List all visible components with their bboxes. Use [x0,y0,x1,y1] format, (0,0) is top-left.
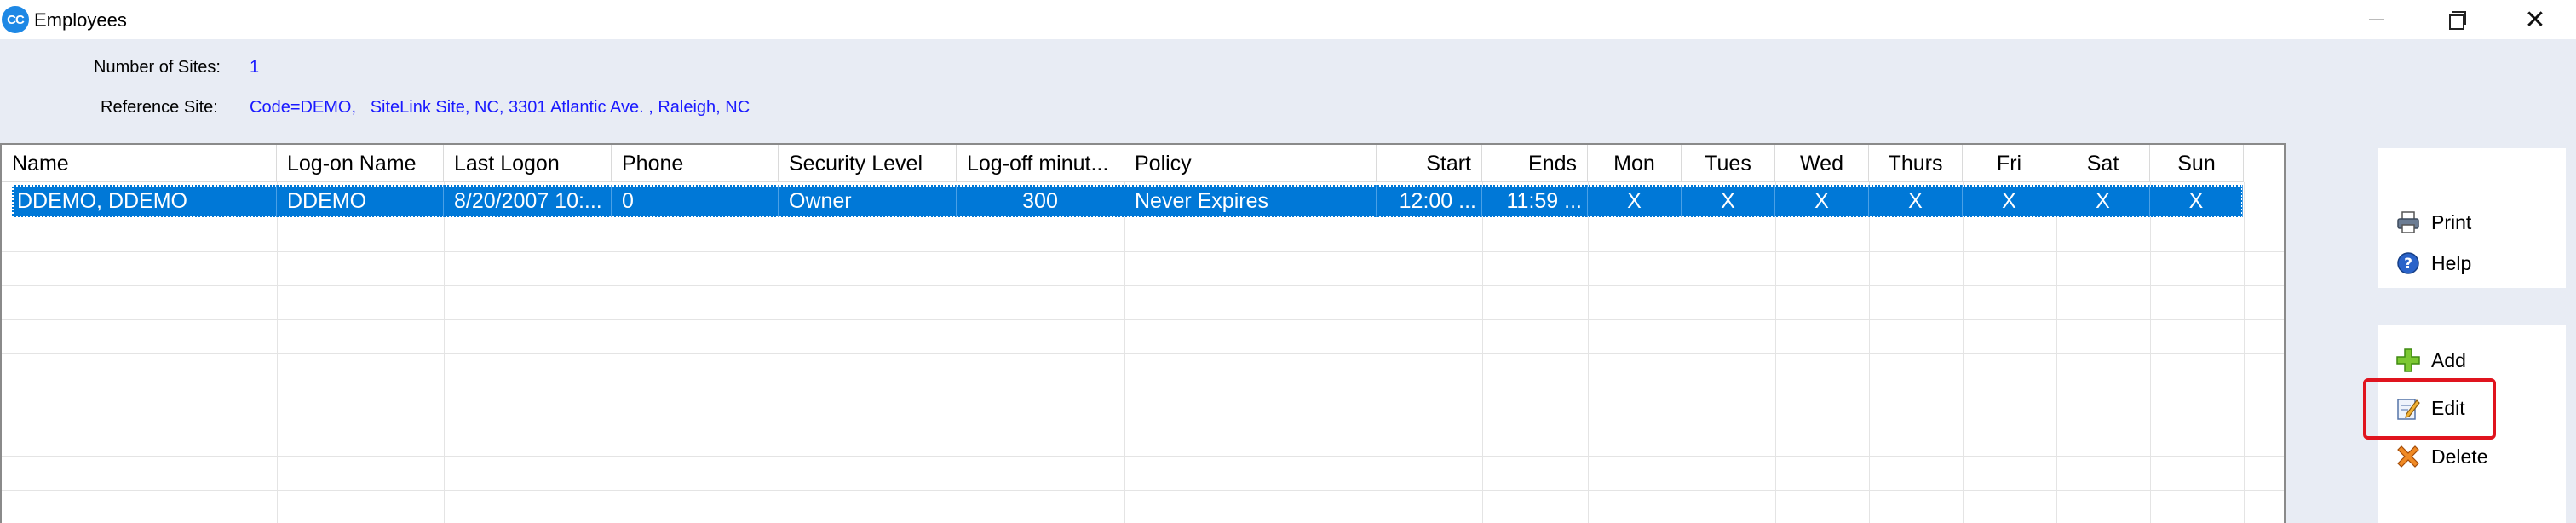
cell-start: 12:00 ... [1377,185,1482,217]
sites-value: 1 [250,58,260,77]
cell-mon: X [1588,185,1682,217]
title-bar: CC Employees ✕ [0,0,2576,39]
column-header-logon-name[interactable]: Log-on Name [277,145,444,182]
cell-sat: X [2056,185,2150,217]
table-row-empty [2,388,2286,422]
employees-table[interactable]: Name Log-on Name Last Logon Phone Securi… [0,143,2286,523]
sites-label: Number of Sites: [94,58,221,77]
cell-ends: 11:59 ... [1482,185,1588,217]
delete-label: Delete [2431,445,2488,468]
delete-x-icon [2395,444,2421,469]
cell-logoff-minutes: 300 [957,185,1124,217]
table-row-empty [2,422,2286,457]
restore-button[interactable] [2416,0,2494,39]
cell-last-logon: 8/20/2007 10:... [444,185,612,217]
table-row-empty [2,252,2286,286]
close-button[interactable]: ✕ [2496,0,2574,39]
add-label: Add [2431,348,2466,371]
reference-site-value: Code=DEMO, SiteLink Site, NC, 3301 Atlan… [250,98,750,117]
cell-phone: 0 [612,185,779,217]
cell-thurs: X [1869,185,1963,217]
column-header-thurs[interactable]: Thurs [1869,145,1963,182]
table-row-empty [2,457,2286,491]
table-row-empty [2,354,2286,388]
add-plus-icon [2395,348,2421,373]
help-button[interactable]: ? Help [2395,250,2471,276]
column-header-last-logon[interactable]: Last Logon [444,145,612,182]
cell-wed: X [1775,185,1869,217]
add-button[interactable]: Add [2395,348,2466,373]
table-row-empty [2,320,2286,354]
table-row-empty [2,491,2286,523]
delete-button[interactable]: Delete [2395,444,2487,469]
column-header-policy[interactable]: Policy [1124,145,1377,182]
minimize-button[interactable] [2337,0,2416,39]
table-row-empty [2,286,2286,320]
cell-tues: X [1682,185,1775,217]
cell-name: DDEMO, DDEMO [12,185,277,217]
table-header: Name Log-on Name Last Logon Phone Securi… [2,145,2286,182]
column-header-sun[interactable]: Sun [2150,145,2244,182]
column-header-fri[interactable]: Fri [1963,145,2056,182]
printer-icon [2395,210,2421,235]
column-header-ends[interactable]: Ends [1482,145,1588,182]
column-header-tues[interactable]: Tues [1682,145,1775,182]
table-row-selected[interactable]: DDEMO, DDEMO DDEMO 8/20/2007 10:... 0 Ow… [12,185,2243,217]
cell-sun: X [2150,185,2243,217]
edit-highlight-box [2363,378,2496,440]
cell-logon-name: DDEMO [277,185,444,217]
column-header-start[interactable]: Start [1377,145,1482,182]
cell-fri: X [1963,185,2056,217]
reference-site-label: Reference Site: [101,98,218,117]
help-icon: ? [2395,250,2421,276]
column-header-name[interactable]: Name [2,145,277,182]
column-header-wed[interactable]: Wed [1775,145,1869,182]
cell-security-level: Owner [779,185,957,217]
column-header-sat[interactable]: Sat [2056,145,2150,182]
window-title: Employees [34,9,127,31]
cell-policy: Never Expires [1124,185,1377,217]
svg-text:?: ? [2404,256,2412,273]
table-row-empty [2,218,2286,252]
column-header-phone[interactable]: Phone [612,145,779,182]
column-header-security-level[interactable]: Security Level [779,145,957,182]
app-logo-icon: CC [2,6,29,33]
print-label: Print [2431,210,2472,233]
column-header-logoff-minutes[interactable]: Log-off minut... [957,145,1124,182]
help-label: Help [2431,251,2472,274]
column-header-mon[interactable]: Mon [1588,145,1682,182]
print-button[interactable]: Print [2395,210,2471,235]
